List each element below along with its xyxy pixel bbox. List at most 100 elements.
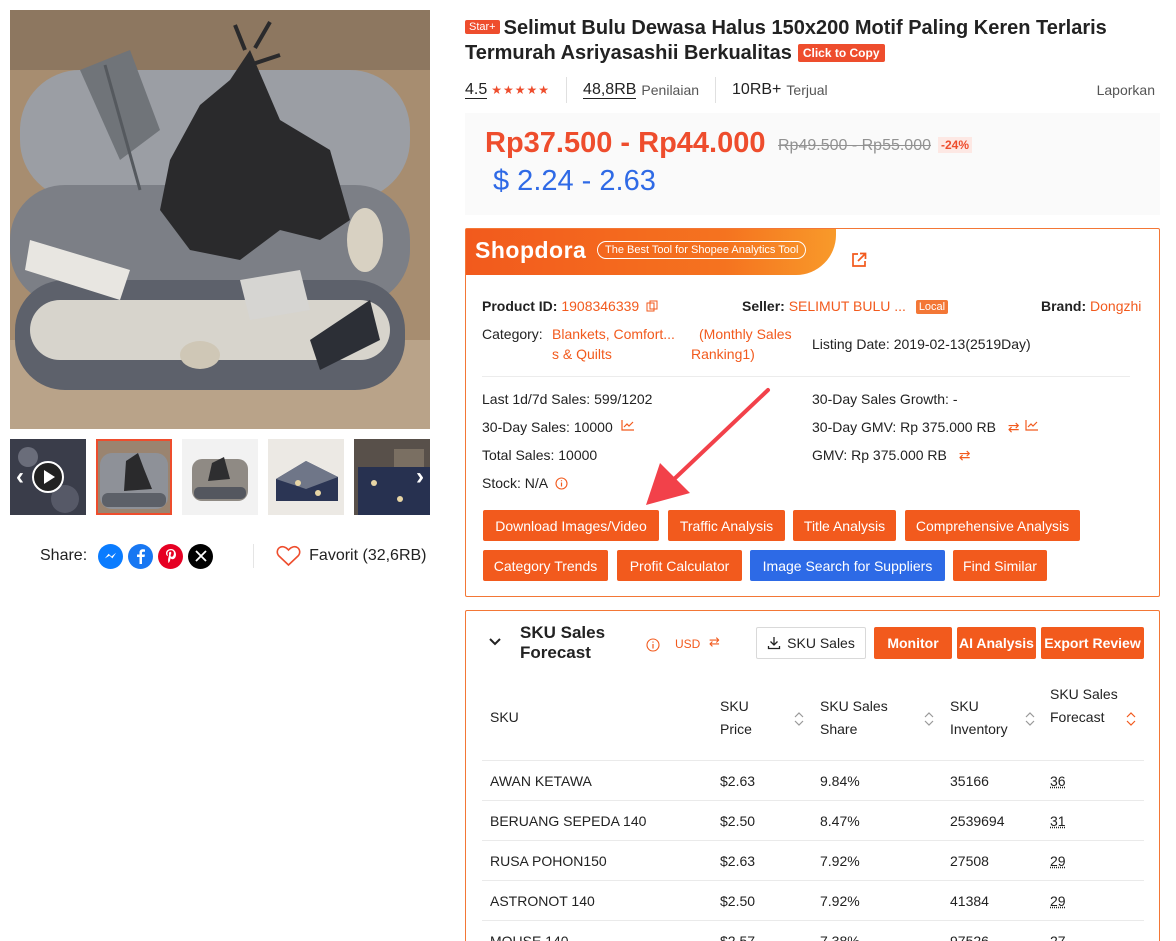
find-similar-button[interactable]: Find Similar xyxy=(953,550,1047,581)
cell-sku-share: 8.47% xyxy=(820,813,860,829)
shopdora-tagline: The Best Tool for Shopee Analytics Tool xyxy=(597,241,806,259)
sku-table-header: SKU SKU Price SKU Sales Share SKU Invent… xyxy=(482,683,1144,761)
comprehensive-analysis-button[interactable]: Comprehensive Analysis xyxy=(905,510,1080,541)
copy-icon[interactable] xyxy=(646,300,658,312)
chevron-right-icon[interactable]: › xyxy=(406,463,430,491)
info-icon[interactable] xyxy=(555,477,568,490)
cell-sku-forecast[interactable]: 31 xyxy=(1050,813,1066,829)
star-plus-badge: Star+ xyxy=(465,20,500,34)
external-link-icon[interactable] xyxy=(850,251,868,269)
sku-forecast-title: SKU Sales Forecast xyxy=(520,623,630,663)
category-trends-button[interactable]: Category Trends xyxy=(483,550,608,581)
cell-sku-price: $2.63 xyxy=(720,853,755,869)
seller-label: Seller: xyxy=(742,298,785,314)
sort-icon[interactable] xyxy=(794,711,804,727)
reviews-count[interactable]: 48,8RB xyxy=(583,81,636,99)
header-sku-price[interactable]: SKU Price xyxy=(720,695,770,741)
cell-sku-name: AWAN KETAWA xyxy=(490,773,592,789)
rating-row: 4.5 ★★★★★ 48,8RB Penilaian 10RB+ Terjual… xyxy=(465,76,1155,104)
cell-sku-forecast[interactable]: 36 xyxy=(1050,773,1066,789)
sku-sales-download-button[interactable]: SKU Sales xyxy=(756,627,866,659)
monthly-ranking-line2: Ranking1) xyxy=(691,346,755,362)
sort-icon[interactable] xyxy=(1025,711,1035,727)
cell-sku-forecast[interactable]: 29 xyxy=(1050,853,1066,869)
usd-price: $ 2.24 - 2.63 xyxy=(493,165,656,198)
thumbnail-selected[interactable] xyxy=(96,439,172,515)
title-analysis-button[interactable]: Title Analysis xyxy=(793,510,896,541)
x-twitter-icon[interactable] xyxy=(188,544,213,569)
table-row: BERUANG SEPEDA 140 $2.50 8.47% 2539694 31 xyxy=(482,801,1144,841)
cell-sku-share: 7.92% xyxy=(820,893,860,909)
cell-sku-forecast[interactable]: 29 xyxy=(1050,893,1066,909)
image-search-suppliers-button[interactable]: Image Search for Suppliers xyxy=(750,550,945,581)
rating-value[interactable]: 4.5 xyxy=(465,81,487,99)
reviews-label: Penilaian xyxy=(641,82,699,98)
table-row: ASTRONOT 140 $2.50 7.92% 41384 29 xyxy=(482,881,1144,921)
swap-icon[interactable]: ⇄ xyxy=(959,447,971,463)
product-id-row: Product ID: 1908346339 xyxy=(482,298,658,314)
currency-label: USD xyxy=(675,637,700,651)
chevron-left-icon[interactable]: ‹ xyxy=(10,463,34,491)
report-link[interactable]: Laporkan xyxy=(1097,82,1155,98)
header-sku-sales-share[interactable]: SKU Sales Share xyxy=(820,695,900,741)
chevron-down-icon[interactable] xyxy=(488,635,502,649)
sales-30-day: 30-Day Sales: 10000 xyxy=(482,419,613,435)
export-review-button[interactable]: Export Review xyxy=(1041,627,1144,659)
category-value-line2[interactable]: s & Quilts xyxy=(552,346,612,362)
sku-forecast-panel: SKU Sales Forecast USD ⇄ SKU Sales Monit… xyxy=(465,610,1160,941)
seller-value[interactable]: SELIMUT BULU ... xyxy=(789,298,906,314)
click-to-copy-button[interactable]: Click to Copy xyxy=(798,44,885,62)
messenger-icon[interactable] xyxy=(98,544,123,569)
header-sku-sales-forecast[interactable]: SKU Sales Forecast xyxy=(1050,683,1120,729)
brand-value[interactable]: Dongzhi xyxy=(1090,298,1141,314)
thumbnail-image xyxy=(96,439,172,515)
profit-calculator-button[interactable]: Profit Calculator xyxy=(617,550,742,581)
cell-sku-inventory: 27508 xyxy=(950,853,989,869)
thumbnail-image xyxy=(268,439,344,515)
facebook-icon[interactable] xyxy=(128,544,153,569)
pinterest-icon[interactable] xyxy=(158,544,183,569)
gmv-30-row: 30-Day GMV: Rp 375.000 RB ⇄ xyxy=(812,419,1039,436)
sort-icon-active[interactable] xyxy=(1126,711,1136,727)
sku-sales-label: SKU Sales xyxy=(787,635,855,651)
product-id-label: Product ID: xyxy=(482,298,557,314)
thumbnail[interactable] xyxy=(268,439,344,515)
cell-sku-inventory: 2539694 xyxy=(950,813,1005,829)
swap-currency-icon[interactable]: ⇄ xyxy=(709,634,720,650)
monitor-button[interactable]: Monitor xyxy=(874,627,952,659)
monthly-ranking-line1: (Monthly Sales xyxy=(699,326,792,342)
brand-row: Brand: Dongzhi xyxy=(1041,298,1141,314)
trend-chart-icon[interactable] xyxy=(1025,419,1039,431)
cell-sku-forecast[interactable]: 27 xyxy=(1050,933,1066,941)
download-icon xyxy=(767,636,781,650)
product-title-block: Star+ Selimut Bulu Dewasa Halus 150x200 M… xyxy=(465,16,1155,66)
thumbnail[interactable] xyxy=(182,439,258,515)
table-row: RUSA POHON150 $2.63 7.92% 27508 29 xyxy=(482,841,1144,881)
share-label: Share: xyxy=(40,547,87,565)
sort-icon[interactable] xyxy=(924,711,934,727)
info-icon[interactable] xyxy=(646,638,660,652)
cell-sku-share: 7.38% xyxy=(820,933,860,941)
stock-row: Stock: N/A xyxy=(482,475,568,491)
header-sku-inventory[interactable]: SKU Inventory xyxy=(950,695,1020,741)
product-id-value[interactable]: 1908346339 xyxy=(561,298,639,314)
favorite-count[interactable]: Favorit (32,6RB) xyxy=(309,547,426,565)
gmv-row: GMV: Rp 375.000 RB ⇄ xyxy=(812,447,971,464)
ai-analysis-button[interactable]: AI Analysis xyxy=(957,627,1036,659)
swap-icon[interactable]: ⇄ xyxy=(1008,419,1020,435)
cell-sku-name: ASTRONOT 140 xyxy=(490,893,595,909)
last-sales: Last 1d/7d Sales: 599/1202 xyxy=(482,391,652,407)
local-badge: Local xyxy=(916,300,948,314)
category-value-line1[interactable]: Blankets, Comfort... xyxy=(552,326,675,342)
thumbnail-strip: ‹ › xyxy=(10,439,430,515)
price-section: Rp37.500 - Rp44.000 Rp49.500 - Rp55.000 … xyxy=(465,113,1160,215)
cell-sku-name: RUSA POHON150 xyxy=(490,853,607,869)
price-range: Rp37.500 - Rp44.000 xyxy=(485,127,765,160)
cell-sku-price: $2.50 xyxy=(720,893,755,909)
cell-sku-inventory: 97526 xyxy=(950,933,989,941)
heart-icon[interactable] xyxy=(276,545,301,567)
shopdora-header: Shopdora The Best Tool for Shopee Analyt… xyxy=(466,229,836,275)
sales-growth: 30-Day Sales Growth: - xyxy=(812,391,958,407)
cell-sku-price: $2.50 xyxy=(720,813,755,829)
main-product-image[interactable] xyxy=(10,10,430,429)
